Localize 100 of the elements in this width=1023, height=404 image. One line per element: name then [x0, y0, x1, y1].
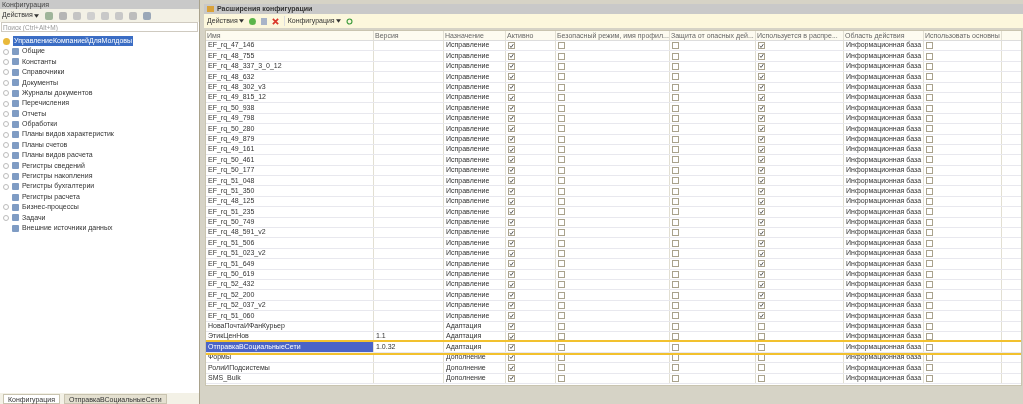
- checkbox[interactable]: [926, 166, 933, 174]
- checkbox[interactable]: [758, 166, 765, 174]
- checkbox[interactable]: [508, 198, 515, 206]
- checkbox[interactable]: [558, 250, 565, 257]
- checkbox[interactable]: [758, 62, 765, 70]
- checkbox[interactable]: [758, 301, 765, 309]
- checkbox[interactable]: [558, 198, 565, 206]
- checkbox[interactable]: [672, 260, 679, 268]
- checkbox[interactable]: [508, 281, 515, 289]
- checkbox[interactable]: [672, 291, 679, 299]
- checkbox[interactable]: [558, 270, 565, 278]
- checkbox[interactable]: [926, 94, 933, 102]
- checkbox[interactable]: [758, 73, 765, 81]
- checkbox[interactable]: [672, 250, 679, 257]
- checkbox[interactable]: [758, 125, 765, 133]
- checkbox[interactable]: [758, 250, 765, 257]
- checkbox[interactable]: [926, 270, 933, 278]
- expand-icon[interactable]: [3, 121, 9, 128]
- checkbox[interactable]: [508, 239, 515, 247]
- checkbox[interactable]: [508, 177, 515, 185]
- checkbox[interactable]: [758, 364, 765, 372]
- checkbox[interactable]: [558, 166, 565, 174]
- checkbox[interactable]: [758, 177, 765, 185]
- checkbox[interactable]: [672, 42, 679, 50]
- checkbox[interactable]: [508, 135, 515, 143]
- checkbox[interactable]: [558, 364, 565, 372]
- checkbox[interactable]: [672, 114, 679, 122]
- checkbox[interactable]: [672, 312, 679, 320]
- expand-icon[interactable]: [3, 58, 9, 65]
- checkbox[interactable]: [672, 353, 679, 361]
- checkbox[interactable]: [926, 62, 933, 70]
- checkbox[interactable]: [926, 73, 933, 81]
- checkbox[interactable]: [672, 187, 679, 195]
- checkbox[interactable]: [672, 177, 679, 185]
- checkbox[interactable]: [558, 343, 565, 351]
- checkbox[interactable]: [758, 281, 765, 289]
- checkbox[interactable]: [558, 208, 565, 216]
- checkbox[interactable]: [926, 198, 933, 206]
- expand-icon[interactable]: [3, 142, 9, 149]
- checkbox[interactable]: [558, 104, 565, 112]
- checkbox[interactable]: [758, 312, 765, 320]
- checkbox[interactable]: [926, 104, 933, 112]
- checkbox[interactable]: [558, 42, 565, 50]
- expand-icon[interactable]: [3, 100, 9, 107]
- checkbox[interactable]: [558, 353, 565, 361]
- checkbox[interactable]: [508, 156, 515, 164]
- expand-icon[interactable]: [3, 48, 9, 55]
- checkbox[interactable]: [508, 146, 515, 154]
- checkbox[interactable]: [926, 301, 933, 309]
- checkbox[interactable]: [672, 146, 679, 154]
- checkbox[interactable]: [672, 156, 679, 164]
- checkbox[interactable]: [672, 166, 679, 174]
- checkbox[interactable]: [758, 218, 765, 226]
- checkbox[interactable]: [926, 125, 933, 133]
- checkbox[interactable]: [926, 322, 933, 330]
- checkbox[interactable]: [672, 198, 679, 206]
- checkbox[interactable]: [758, 156, 765, 164]
- checkbox[interactable]: [508, 208, 515, 216]
- checkbox[interactable]: [926, 208, 933, 216]
- checkbox[interactable]: [926, 146, 933, 154]
- checkbox[interactable]: [558, 156, 565, 164]
- checkbox[interactable]: [508, 218, 515, 226]
- checkbox[interactable]: [558, 177, 565, 185]
- checkbox[interactable]: [758, 198, 765, 206]
- checkbox[interactable]: [508, 62, 515, 70]
- checkbox[interactable]: [758, 146, 765, 154]
- checkbox[interactable]: [558, 301, 565, 309]
- checkbox[interactable]: [926, 281, 933, 289]
- checkbox[interactable]: [758, 374, 765, 382]
- checkbox[interactable]: [508, 73, 515, 81]
- checkbox[interactable]: [926, 177, 933, 185]
- checkbox[interactable]: [508, 229, 515, 237]
- checkbox[interactable]: [672, 208, 679, 216]
- caret-icon[interactable]: [238, 19, 244, 23]
- checkbox[interactable]: [508, 374, 515, 382]
- checkbox[interactable]: [672, 125, 679, 133]
- checkbox[interactable]: [926, 229, 933, 237]
- checkbox[interactable]: [758, 42, 765, 50]
- checkbox[interactable]: [758, 83, 765, 91]
- checkbox[interactable]: [758, 291, 765, 299]
- checkbox[interactable]: [672, 374, 679, 382]
- checkbox[interactable]: [758, 239, 765, 247]
- checkbox[interactable]: [926, 250, 933, 257]
- checkbox[interactable]: [558, 260, 565, 268]
- checkbox[interactable]: [672, 281, 679, 289]
- checkbox[interactable]: [558, 94, 565, 102]
- checkbox[interactable]: [558, 187, 565, 195]
- checkbox[interactable]: [508, 104, 515, 112]
- refresh-icon[interactable]: [345, 17, 353, 25]
- checkbox[interactable]: [558, 374, 565, 382]
- checkbox[interactable]: [672, 239, 679, 247]
- checkbox[interactable]: [926, 312, 933, 320]
- checkbox[interactable]: [926, 353, 933, 361]
- checkbox[interactable]: [926, 260, 933, 268]
- checkbox[interactable]: [758, 343, 765, 351]
- checkbox[interactable]: [558, 218, 565, 226]
- checkbox[interactable]: [672, 94, 679, 102]
- checkbox[interactable]: [672, 104, 679, 112]
- checkbox[interactable]: [508, 250, 515, 257]
- expand-icon[interactable]: [3, 173, 9, 180]
